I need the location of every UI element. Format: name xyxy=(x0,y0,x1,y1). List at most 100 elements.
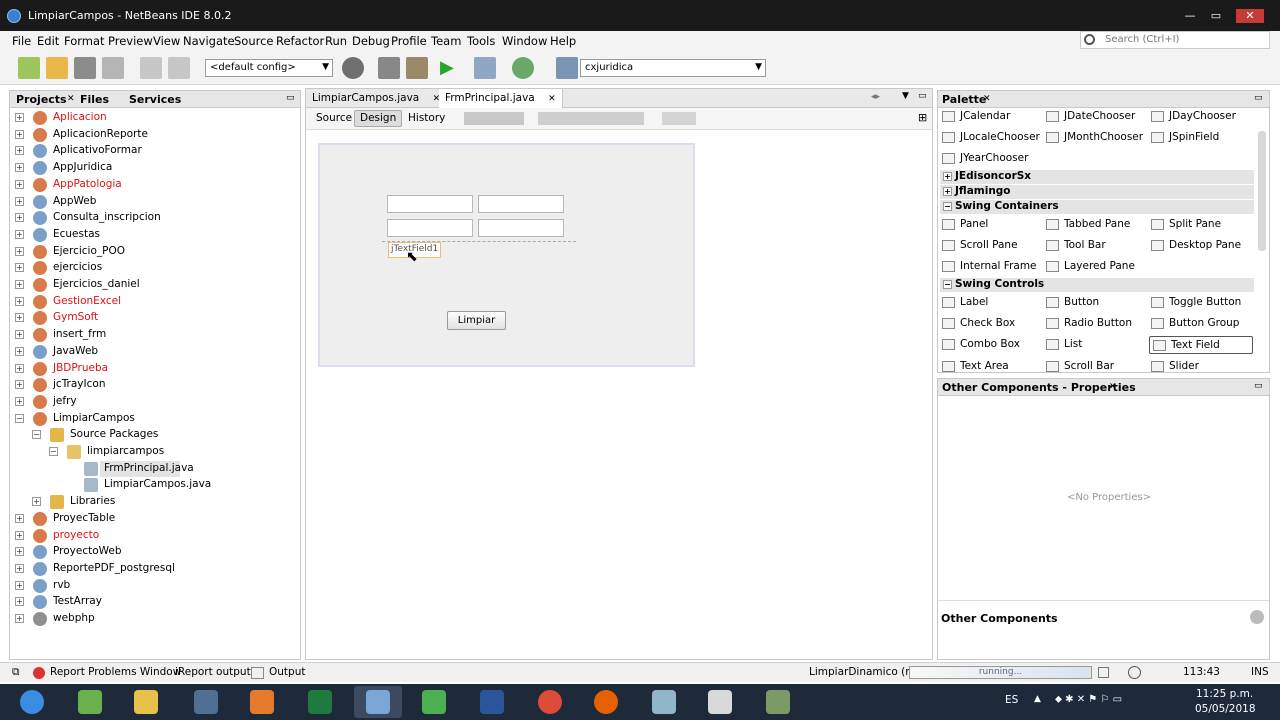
expand-icon[interactable]: + xyxy=(15,229,24,239)
align-tools-icon[interactable] xyxy=(538,112,644,125)
menu-file[interactable]: File xyxy=(12,34,31,48)
tree-item[interactable]: + Ejercicio_POO xyxy=(10,244,298,260)
tree-item[interactable]: + GymSoft xyxy=(10,310,298,326)
palette-item[interactable]: Desktop Pane xyxy=(1151,237,1251,255)
media-player-icon[interactable] xyxy=(238,686,286,718)
close-icon[interactable]: ✕ xyxy=(67,94,75,104)
tab-projects[interactable]: Projects xyxy=(16,93,67,106)
firefox-icon[interactable] xyxy=(582,686,630,718)
tree-item[interactable]: + AppJuridica xyxy=(10,160,298,176)
profile-icon[interactable] xyxy=(512,57,534,79)
menu-source[interactable]: Source xyxy=(234,34,274,48)
palette-item[interactable]: JDayChooser xyxy=(1151,108,1251,126)
menu-window[interactable]: Window xyxy=(502,34,547,48)
minimize-panel-icon[interactable]: ▭ xyxy=(1254,381,1263,391)
expand-icon[interactable]: + xyxy=(15,163,24,173)
chrome-icon[interactable] xyxy=(526,686,574,718)
expand-icon[interactable]: + xyxy=(15,363,24,373)
add-icon[interactable]: ⊞ xyxy=(918,111,927,124)
close-icon[interactable]: ✕ xyxy=(548,94,556,104)
notifications-icon[interactable] xyxy=(1128,666,1141,679)
build-icon[interactable] xyxy=(378,57,400,79)
tree-item[interactable]: FrmPrincipal.java xyxy=(10,460,298,477)
palette-item[interactable]: JDateChooser xyxy=(1046,108,1146,126)
menu-help[interactable]: Help xyxy=(550,34,576,48)
excel-icon[interactable] xyxy=(296,686,344,718)
history-button[interactable]: History xyxy=(402,110,451,127)
start-button[interactable] xyxy=(8,686,56,718)
palette-item[interactable]: Label xyxy=(942,294,1042,312)
palette-item[interactable]: Toggle Button xyxy=(1151,294,1251,312)
maximize-icon[interactable]: ▭ xyxy=(918,91,927,101)
design-button[interactable]: Design xyxy=(354,110,403,127)
tree-item[interactable]: + jefry xyxy=(10,394,298,410)
tree-item[interactable]: − limpiarcampos xyxy=(10,444,298,460)
palette-item[interactable]: JSpinField xyxy=(1151,129,1251,147)
collapse-icon[interactable]: − xyxy=(32,430,41,440)
tree-item[interactable]: LimpiarCampos.java xyxy=(10,477,298,493)
tree-item[interactable]: + insert_frm xyxy=(10,327,298,343)
java-icon[interactable] xyxy=(696,686,744,718)
menu-preview[interactable]: Preview xyxy=(108,34,153,48)
tree-item[interactable]: + Libraries xyxy=(10,494,298,510)
pgadmin-icon[interactable] xyxy=(182,686,230,718)
new-project-icon[interactable] xyxy=(46,57,68,79)
tree-item[interactable]: + ProyecTable xyxy=(10,511,298,527)
palette-item[interactable]: Text Field xyxy=(1149,336,1253,355)
tree-item[interactable]: − Source Packages xyxy=(10,427,298,443)
tree-item[interactable]: + Ejercicios_daniel xyxy=(10,277,298,293)
selection-tools-icon[interactable] xyxy=(464,112,524,125)
text-field[interactable] xyxy=(387,219,473,237)
palette-item[interactable]: Button xyxy=(1046,294,1146,312)
tab-services[interactable]: Services xyxy=(129,93,181,106)
expand-icon[interactable]: + xyxy=(15,313,24,323)
tree-item[interactable]: + TestArray xyxy=(10,594,298,610)
menu-debug[interactable]: Debug xyxy=(352,34,390,48)
windows-icon[interactable]: ⧉ xyxy=(12,666,20,679)
palette-category[interactable]: − Swing Controls xyxy=(940,278,1254,292)
android-studio-icon[interactable] xyxy=(66,686,114,718)
cancel-task-icon[interactable] xyxy=(1098,667,1109,678)
tree-item[interactable]: + AppPatologia xyxy=(10,177,298,193)
collapse-icon[interactable]: − xyxy=(943,280,952,289)
expand-icon[interactable]: + xyxy=(15,263,24,273)
expand-icon[interactable]: + xyxy=(15,396,24,406)
tray-expand-icon[interactable]: ▲ xyxy=(1034,694,1041,704)
tree-item[interactable]: + Aplicacion xyxy=(10,110,298,126)
expand-icon[interactable]: + xyxy=(15,296,24,306)
clean-build-icon[interactable] xyxy=(406,57,428,79)
menu-edit[interactable]: Edit xyxy=(37,34,59,48)
tree-item[interactable]: + ReportePDF_postgresql xyxy=(10,561,298,577)
palette-item[interactable]: Internal Frame xyxy=(942,258,1042,276)
project-select[interactable]: cxjuridica ▼ xyxy=(580,59,766,77)
palette-item[interactable]: List xyxy=(1046,336,1146,354)
expand-icon[interactable]: + xyxy=(15,530,24,540)
close-icon[interactable]: ✕ xyxy=(1109,382,1117,392)
debug-icon[interactable] xyxy=(474,57,496,79)
palette-item[interactable]: Slider xyxy=(1151,358,1251,372)
collapse-icon[interactable]: − xyxy=(49,447,58,456)
menu-format[interactable]: Format xyxy=(64,34,105,48)
palette-item[interactable]: Check Box xyxy=(942,315,1042,333)
ireport-output-link[interactable]: iReport output xyxy=(175,666,251,678)
app-icon[interactable] xyxy=(754,686,802,718)
palette-item[interactable]: Text Area xyxy=(942,358,1042,372)
expand-icon[interactable]: + xyxy=(15,614,24,623)
expand-icon[interactable]: + xyxy=(15,196,24,206)
expand-icon[interactable]: + xyxy=(15,246,24,256)
menu-profile[interactable]: Profile xyxy=(391,34,427,48)
minimize-panel-icon[interactable]: ▭ xyxy=(1254,93,1263,103)
expand-icon[interactable]: + xyxy=(943,172,952,181)
collapse-icon[interactable]: − xyxy=(15,413,24,423)
palette-item[interactable]: Button Group xyxy=(1151,315,1251,333)
tab-scroll-icon[interactable]: ◂▸ xyxy=(871,92,880,102)
expand-icon[interactable]: + xyxy=(15,113,24,122)
minimize-button[interactable]: — xyxy=(1178,9,1202,23)
palette-item[interactable]: JLocaleChooser xyxy=(942,129,1042,147)
help-icon[interactable] xyxy=(1250,610,1264,624)
search-input[interactable]: Search (Ctrl+I) xyxy=(1080,31,1270,49)
expand-icon[interactable]: + xyxy=(15,597,24,607)
tree-item[interactable]: + ejercicios xyxy=(10,260,298,276)
palette-item[interactable]: Panel xyxy=(942,216,1042,234)
expand-icon[interactable]: + xyxy=(15,380,24,390)
